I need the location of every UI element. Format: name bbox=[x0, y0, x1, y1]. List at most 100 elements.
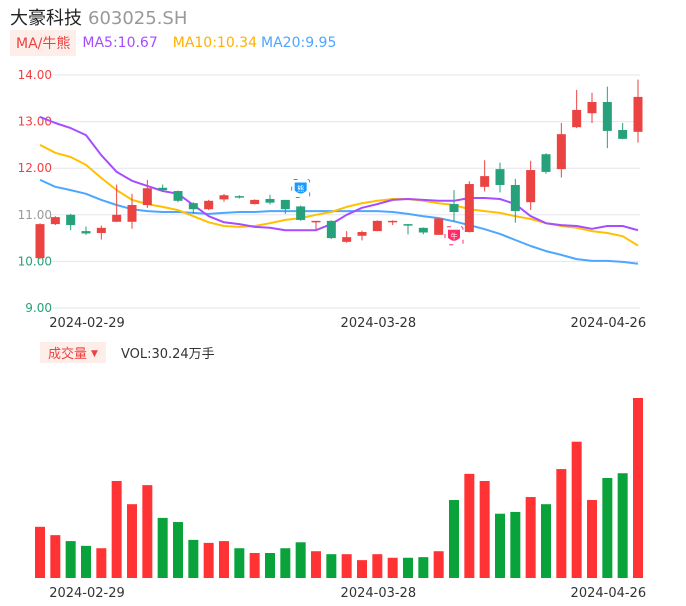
candle-body bbox=[50, 217, 60, 225]
candle bbox=[35, 223, 45, 260]
candle bbox=[173, 190, 183, 203]
candle-body bbox=[142, 188, 152, 206]
candle bbox=[265, 194, 275, 205]
volume-bar bbox=[50, 535, 61, 578]
date-tick-label: 2024-04-26 bbox=[571, 316, 647, 331]
volume-bar bbox=[541, 504, 551, 578]
candle-body bbox=[618, 129, 628, 139]
volume-bar bbox=[510, 511, 521, 578]
volume-bar bbox=[495, 513, 505, 578]
badge-label: 熊 bbox=[297, 184, 304, 193]
candle bbox=[633, 79, 643, 143]
candle bbox=[587, 92, 597, 123]
candle-body bbox=[81, 231, 91, 234]
candle-body bbox=[311, 220, 321, 223]
volume-bar bbox=[311, 551, 321, 578]
candle-body bbox=[449, 204, 459, 213]
candle bbox=[464, 181, 474, 233]
volume-bar bbox=[372, 554, 383, 578]
price-tick-label: 11.00 bbox=[18, 208, 52, 222]
candle bbox=[449, 190, 459, 222]
volume-bar bbox=[464, 473, 475, 578]
volume-bar bbox=[111, 480, 122, 578]
candle-body bbox=[510, 184, 520, 212]
volume-bar bbox=[571, 441, 582, 578]
candle-body bbox=[173, 191, 183, 201]
candle bbox=[618, 122, 628, 140]
badge-label: 牛 bbox=[451, 231, 458, 240]
candle-body bbox=[495, 169, 505, 185]
volume-bar bbox=[127, 504, 137, 578]
candle bbox=[495, 162, 505, 193]
volume-bar bbox=[449, 500, 459, 578]
candle-body bbox=[418, 227, 428, 233]
volume-bar bbox=[280, 548, 291, 578]
volume-bar bbox=[387, 557, 398, 578]
bull-signal-icon: 牛 bbox=[444, 226, 464, 246]
candle-body bbox=[434, 218, 444, 235]
candle-body bbox=[403, 224, 413, 226]
volume-bar bbox=[157, 517, 168, 578]
volume-bar bbox=[341, 554, 352, 578]
candle-body bbox=[158, 187, 168, 191]
candle bbox=[342, 231, 352, 243]
candle-body bbox=[541, 154, 551, 172]
candle bbox=[572, 89, 582, 129]
volume-bar bbox=[249, 553, 260, 578]
candle bbox=[418, 227, 428, 235]
price-tick-label: 12.00 bbox=[18, 161, 52, 175]
candle-body bbox=[357, 232, 367, 236]
candle bbox=[372, 220, 382, 232]
candle-body bbox=[112, 214, 122, 222]
candle bbox=[96, 225, 106, 240]
volume-bar bbox=[173, 522, 183, 578]
candle-body bbox=[188, 203, 198, 210]
candle bbox=[541, 153, 551, 174]
date-tick-label: 2024-03-28 bbox=[341, 316, 417, 331]
candle-body bbox=[280, 199, 290, 210]
candle bbox=[602, 86, 612, 149]
candle-body bbox=[480, 176, 490, 187]
kline-chart[interactable]: 14.0013.0012.0011.0010.009.002024-02-292… bbox=[0, 0, 686, 606]
candle-body bbox=[587, 102, 597, 114]
candle bbox=[403, 224, 413, 235]
volume-bar bbox=[295, 542, 306, 578]
volume-bar bbox=[617, 473, 628, 578]
ma20-line bbox=[39, 178, 639, 265]
volume-bar bbox=[556, 469, 567, 578]
date-tick-label: 2024-04-26 bbox=[571, 586, 647, 601]
candle-body bbox=[326, 220, 336, 239]
candle-body bbox=[372, 220, 382, 232]
price-tick-label: 10.00 bbox=[18, 254, 52, 268]
volume-bar bbox=[219, 541, 229, 578]
volume-bar bbox=[142, 485, 153, 578]
candle-body bbox=[526, 170, 536, 203]
volume-bar bbox=[188, 539, 199, 578]
candle-body bbox=[602, 102, 612, 131]
candle bbox=[234, 195, 244, 199]
candle bbox=[388, 220, 398, 226]
candle bbox=[127, 193, 137, 229]
candle-body bbox=[35, 224, 45, 259]
candle-body bbox=[633, 96, 643, 132]
candle bbox=[556, 122, 566, 178]
volume-bar bbox=[234, 548, 245, 578]
volume-bar bbox=[65, 541, 76, 578]
candle bbox=[50, 216, 60, 226]
volume-bar bbox=[479, 480, 490, 578]
volume-bar bbox=[418, 557, 429, 578]
candle-body bbox=[265, 198, 275, 203]
volume-bar bbox=[96, 548, 107, 578]
candle-body bbox=[96, 227, 106, 233]
candle-body bbox=[296, 206, 306, 220]
volume-bar bbox=[326, 554, 337, 578]
candle bbox=[204, 199, 214, 211]
date-tick-label: 2024-03-28 bbox=[341, 586, 417, 601]
candle-body bbox=[219, 195, 229, 200]
candle bbox=[250, 199, 260, 205]
candle-body bbox=[556, 134, 566, 170]
candle bbox=[480, 160, 490, 192]
price-tick-label: 13.00 bbox=[18, 115, 52, 129]
candle-body bbox=[388, 220, 398, 223]
bear-signal-icon: 熊 bbox=[291, 178, 311, 198]
